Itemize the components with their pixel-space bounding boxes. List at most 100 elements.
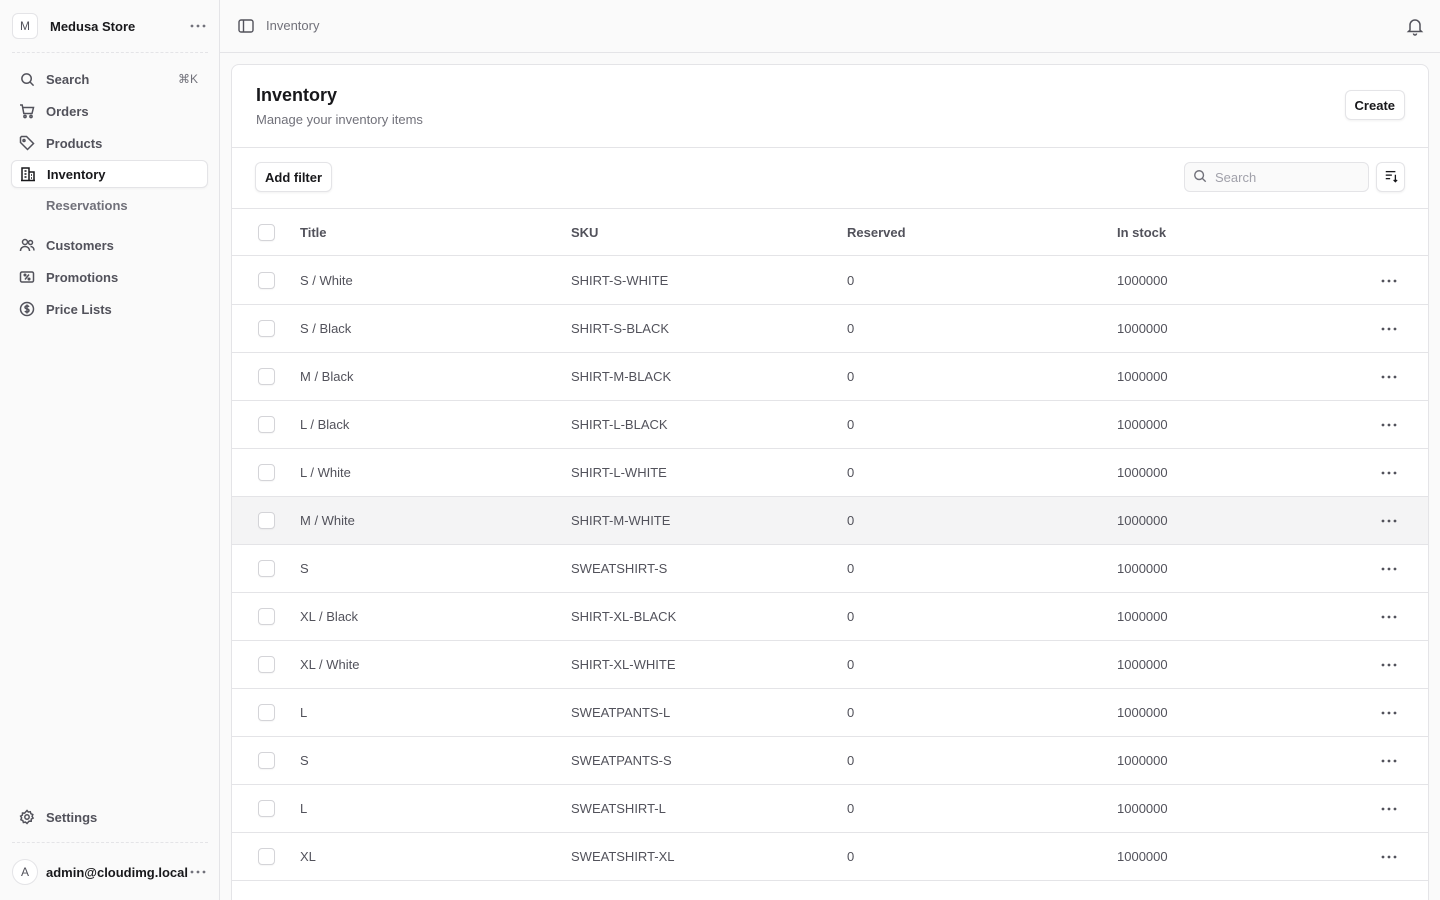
- cell-reserved: 0: [847, 513, 855, 528]
- sidebar-item-reservations[interactable]: Reservations: [46, 194, 128, 216]
- row-actions-icon[interactable]: [1377, 593, 1401, 640]
- row-actions-icon[interactable]: [1377, 305, 1401, 352]
- row-checkbox[interactable]: [258, 353, 275, 400]
- receipt-percent-icon: [19, 269, 35, 285]
- row-actions-icon[interactable]: [1377, 785, 1401, 832]
- cell-reserved: 0: [847, 321, 855, 336]
- sort-icon: [1384, 169, 1398, 186]
- store-switcher[interactable]: M Medusa Store: [12, 13, 208, 39]
- sidebar-item-label: Price Lists: [46, 301, 112, 317]
- row-actions-icon[interactable]: [1377, 833, 1401, 880]
- sidebar-item-price-lists[interactable]: Price Lists: [11, 295, 208, 323]
- row-checkbox[interactable]: [258, 257, 275, 304]
- add-filter-button[interactable]: Add filter: [255, 162, 333, 192]
- sidebar: M Medusa Store Search ⌘K Orders Products…: [0, 0, 220, 900]
- row-actions-icon[interactable]: [1377, 497, 1401, 544]
- row-actions-icon[interactable]: [1377, 545, 1401, 592]
- row-actions-icon[interactable]: [1377, 449, 1401, 496]
- cell-reserved: 0: [847, 849, 855, 864]
- user-menu-icon[interactable]: [188, 862, 208, 882]
- row-checkbox[interactable]: [258, 641, 275, 688]
- row-checkbox[interactable]: [258, 497, 275, 544]
- row-checkbox[interactable]: [258, 305, 275, 352]
- sidebar-item-label: Products: [46, 135, 103, 151]
- cell-sku: SHIRT-S-WHITE: [571, 273, 669, 288]
- search-field[interactable]: [1184, 162, 1369, 192]
- sidebar-item-label: Settings: [46, 809, 98, 825]
- table-row[interactable]: S / White SHIRT-S-WHITE 0 1000000: [232, 257, 1428, 305]
- cell-reserved: 0: [847, 273, 855, 288]
- user-menu[interactable]: A admin@cloudimg.local: [12, 859, 208, 885]
- column-header-in-stock[interactable]: In stock: [1117, 209, 1166, 255]
- search-icon: [1193, 169, 1207, 186]
- create-button[interactable]: Create: [1344, 90, 1405, 120]
- column-header-reserved[interactable]: Reserved: [847, 209, 906, 255]
- sidebar-item-customers[interactable]: Customers: [11, 231, 208, 259]
- cell-sku: SWEATPANTS-S: [571, 753, 672, 768]
- cell-in-stock: 1000000: [1117, 705, 1168, 720]
- row-checkbox[interactable]: [258, 449, 275, 496]
- breadcrumb[interactable]: Inventory: [266, 18, 319, 33]
- sidebar-item-label: Inventory: [47, 166, 106, 182]
- cell-in-stock: 1000000: [1117, 321, 1168, 336]
- store-menu-icon[interactable]: [188, 16, 208, 36]
- row-actions-icon[interactable]: [1377, 257, 1401, 304]
- row-actions-icon[interactable]: [1377, 641, 1401, 688]
- table-row[interactable]: S SWEATPANTS-S 0 1000000: [232, 737, 1428, 785]
- sidebar-item-search[interactable]: Search ⌘K: [11, 65, 208, 93]
- sidebar-toggle-icon[interactable]: [237, 17, 255, 35]
- row-actions-icon[interactable]: [1377, 737, 1401, 784]
- gear-icon: [19, 809, 35, 825]
- table-row[interactable]: L SWEATPANTS-L 0 1000000: [232, 689, 1428, 737]
- column-header-sku[interactable]: SKU: [571, 209, 598, 255]
- table-row[interactable]: XL / Black SHIRT-XL-BLACK 0 1000000: [232, 593, 1428, 641]
- table-row[interactable]: M / White SHIRT-M-WHITE 0 1000000: [232, 497, 1428, 545]
- row-checkbox[interactable]: [258, 737, 275, 784]
- select-all-checkbox[interactable]: [258, 209, 275, 255]
- cell-title: S: [300, 753, 309, 768]
- row-actions-icon[interactable]: [1377, 353, 1401, 400]
- store-name: Medusa Store: [50, 18, 136, 34]
- cell-title: XL / Black: [300, 609, 359, 624]
- bell-icon[interactable]: [1406, 16, 1424, 36]
- row-actions-icon[interactable]: [1377, 689, 1401, 736]
- cell-in-stock: 1000000: [1117, 513, 1168, 528]
- table-row[interactable]: M / Black SHIRT-M-BLACK 0 1000000: [232, 353, 1428, 401]
- table-row[interactable]: L / White SHIRT-L-WHITE 0 1000000: [232, 449, 1428, 497]
- table-row[interactable]: XL SWEATSHIRT-XL 0 1000000: [232, 833, 1428, 881]
- table-row[interactable]: XL / White SHIRT-XL-WHITE 0 1000000: [232, 641, 1428, 689]
- table-row[interactable]: S SWEATSHIRT-S 0 1000000: [232, 545, 1428, 593]
- row-checkbox[interactable]: [258, 593, 275, 640]
- table-header: Title SKU Reserved In stock: [232, 209, 1428, 256]
- sort-button[interactable]: [1376, 162, 1405, 192]
- sidebar-item-products[interactable]: Products: [11, 129, 208, 157]
- row-checkbox[interactable]: [258, 401, 275, 448]
- sidebar-item-label: Orders: [46, 103, 89, 119]
- sidebar-item-settings[interactable]: Settings: [11, 803, 208, 831]
- cell-sku: SHIRT-XL-BLACK: [571, 609, 677, 624]
- sidebar-item-inventory[interactable]: Inventory: [11, 160, 208, 188]
- cell-reserved: 0: [847, 417, 855, 432]
- sidebar-item-orders[interactable]: Orders: [11, 97, 208, 125]
- cell-reserved: 0: [847, 465, 855, 480]
- table-row[interactable]: L / Black SHIRT-L-BLACK 0 1000000: [232, 401, 1428, 449]
- cell-title: XL / White: [300, 657, 360, 672]
- cell-reserved: 0: [847, 561, 855, 576]
- cell-in-stock: 1000000: [1117, 657, 1168, 672]
- cell-in-stock: 1000000: [1117, 369, 1168, 384]
- cell-sku: SHIRT-L-BLACK: [571, 417, 668, 432]
- row-checkbox[interactable]: [258, 833, 275, 880]
- table-row[interactable]: S / Black SHIRT-S-BLACK 0 1000000: [232, 305, 1428, 353]
- table-row[interactable]: L SWEATSHIRT-L 0 1000000: [232, 785, 1428, 833]
- row-checkbox[interactable]: [258, 545, 275, 592]
- cell-in-stock: 1000000: [1117, 753, 1168, 768]
- row-actions-icon[interactable]: [1377, 401, 1401, 448]
- column-header-title[interactable]: Title: [300, 209, 327, 255]
- user-email: admin@cloudimg.local: [46, 864, 188, 880]
- row-checkbox[interactable]: [258, 785, 275, 832]
- row-checkbox[interactable]: [258, 689, 275, 736]
- search-input[interactable]: [1215, 169, 1355, 185]
- sidebar-item-promotions[interactable]: Promotions: [11, 263, 208, 291]
- cell-reserved: 0: [847, 753, 855, 768]
- cell-reserved: 0: [847, 657, 855, 672]
